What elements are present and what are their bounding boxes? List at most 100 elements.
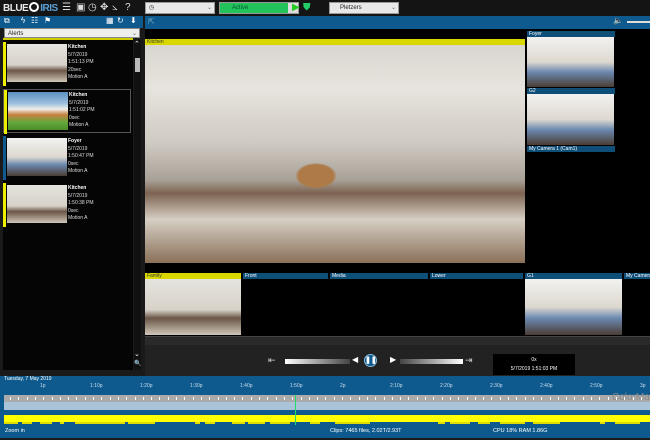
alert-marker[interactable] <box>375 397 377 400</box>
alert-marker[interactable] <box>474 397 476 400</box>
alert-marker[interactable] <box>541 397 543 400</box>
alert-marker[interactable] <box>441 397 443 400</box>
alert-marker[interactable] <box>425 397 426 400</box>
profile-dropdown[interactable]: Active ⌄ <box>219 2 299 14</box>
alert-marker[interactable] <box>192 397 194 400</box>
calendar-icon[interactable]: ▦ <box>106 16 114 25</box>
camera-view-g2[interactable] <box>527 94 614 145</box>
alert-marker[interactable] <box>466 397 468 400</box>
jump-end-icon[interactable]: ⇥ <box>465 355 473 366</box>
alert-marker[interactable] <box>632 397 634 400</box>
alert-marker[interactable] <box>134 397 136 400</box>
alert-marker[interactable] <box>275 397 277 400</box>
alert-marker[interactable] <box>449 397 451 400</box>
list-view-icon[interactable]: ☷ <box>31 16 38 25</box>
flag-icon[interactable]: ⚑ <box>44 16 51 25</box>
list-icon[interactable]: ☰ <box>62 2 71 14</box>
shield-icon[interactable]: ⛊ <box>303 2 311 14</box>
zoom-icon[interactable]: 🔍 <box>134 360 141 367</box>
schedule-dropdown[interactable]: ◷ ⌄ <box>145 2 215 14</box>
alert-marker[interactable] <box>76 397 78 400</box>
alert-marker[interactable] <box>34 397 36 400</box>
alert-marker[interactable] <box>300 397 302 400</box>
alert-marker[interactable] <box>242 397 244 400</box>
alert-marker[interactable] <box>267 397 269 400</box>
refresh-icon[interactable]: ↻ <box>117 16 124 25</box>
alert-marker[interactable] <box>225 397 227 400</box>
alert-marker[interactable] <box>342 397 343 400</box>
alert-marker[interactable] <box>59 397 61 400</box>
step-back-icon[interactable]: ◀ <box>352 355 358 364</box>
chart-icon[interactable]: ⦣ <box>112 2 118 14</box>
alert-marker[interactable] <box>508 397 509 400</box>
alert-marker[interactable] <box>292 397 294 400</box>
alert-marker[interactable] <box>151 397 153 400</box>
scroll-thumb[interactable] <box>135 58 140 72</box>
alert-marker[interactable] <box>117 397 119 400</box>
scroll-up-icon[interactable]: ⌃ <box>134 40 140 48</box>
alert-marker[interactable] <box>607 397 609 400</box>
clock-icon[interactable]: ◷ <box>88 2 97 14</box>
alerts-filter-dropdown[interactable]: Alerts ⌄ <box>4 28 140 38</box>
alert-item[interactable]: Kitchen 5/7/2019 1:51:13 PM 20sec Motion A <box>3 42 131 86</box>
alert-marker[interactable] <box>566 397 568 400</box>
alert-item-selected[interactable]: Kitchen 5/7/2019 1:51:02 PM 0sec Motion A <box>3 89 131 134</box>
alert-item[interactable]: Foyer 5/7/2019 1:50:47 PM 0sec Motion A <box>3 136 131 180</box>
alert-marker[interactable] <box>516 397 518 400</box>
alert-marker[interactable] <box>383 397 385 400</box>
alert-marker[interactable] <box>176 397 177 400</box>
alert-marker[interactable] <box>358 397 360 400</box>
alert-marker[interactable] <box>615 397 617 400</box>
scroll-down-icon[interactable]: ⌄ <box>134 350 140 358</box>
alert-marker[interactable] <box>640 397 642 400</box>
alert-marker[interactable] <box>184 397 186 400</box>
camera-view-foyer[interactable] <box>527 37 614 87</box>
alert-marker[interactable] <box>574 397 576 400</box>
alert-marker[interactable] <box>408 397 410 400</box>
alert-marker[interactable] <box>391 397 393 400</box>
alert-marker[interactable] <box>350 397 352 400</box>
forward-speed-slider[interactable] <box>400 359 463 364</box>
alert-marker[interactable] <box>499 397 501 400</box>
alert-item[interactable]: Kitchen 5/7/2019 1:50:38 PM 0sec Motion A <box>3 183 131 227</box>
popout-icon[interactable]: ⇱ <box>148 17 155 26</box>
alert-marker[interactable] <box>591 397 592 400</box>
alert-marker[interactable] <box>142 397 144 400</box>
alert-marker[interactable] <box>582 397 584 400</box>
camera-view-family[interactable] <box>145 279 241 335</box>
timeline-header[interactable]: Tuesday, 7 May 2019 1p 1:10p 1:20p 1:30p 1:4… <box>0 376 650 395</box>
pause-button[interactable]: ❚❚ <box>364 354 377 367</box>
alert-marker[interactable] <box>557 397 559 400</box>
main-camera-view[interactable] <box>145 45 525 263</box>
download-icon[interactable]: ⬇ <box>130 16 137 25</box>
alert-list-scrollbar[interactable]: ⌃ ⌄ 🔍 <box>134 40 141 370</box>
alert-marker[interactable] <box>317 397 319 400</box>
alert-marker[interactable] <box>308 397 310 400</box>
layout-dropdown[interactable]: Pletzers ⌄ <box>329 2 399 14</box>
alert-marker[interactable] <box>532 397 534 400</box>
camera-view-g1[interactable] <box>525 279 622 335</box>
move-icon[interactable]: ✥ <box>100 2 108 14</box>
flash-icon[interactable]: ϟ <box>21 16 25 25</box>
alert-marker[interactable] <box>200 397 202 400</box>
alert-marker[interactable] <box>624 397 626 400</box>
timeline-cursor[interactable] <box>295 395 296 425</box>
timeline-track[interactable]: ColorMa <box>0 392 650 425</box>
alert-marker[interactable] <box>51 397 53 400</box>
rewind-speed-slider[interactable] <box>285 359 350 364</box>
alert-marker[interactable] <box>524 397 526 400</box>
alert-marker[interactable] <box>333 397 335 400</box>
alert-marker[interactable] <box>209 397 211 400</box>
jump-start-icon[interactable]: ⇤ <box>268 355 276 366</box>
alert-marker[interactable] <box>433 397 435 400</box>
alert-marker[interactable] <box>458 397 460 400</box>
alert-marker[interactable] <box>26 397 28 400</box>
cameras-icon[interactable]: ⧉ <box>4 16 10 26</box>
alert-marker[interactable] <box>43 397 45 400</box>
alert-marker[interactable] <box>159 397 161 400</box>
alert-marker[interactable] <box>549 397 551 400</box>
alert-marker[interactable] <box>18 397 20 400</box>
alert-marker[interactable] <box>491 397 493 400</box>
alert-marker[interactable] <box>483 397 485 400</box>
alert-marker[interactable] <box>283 397 285 400</box>
